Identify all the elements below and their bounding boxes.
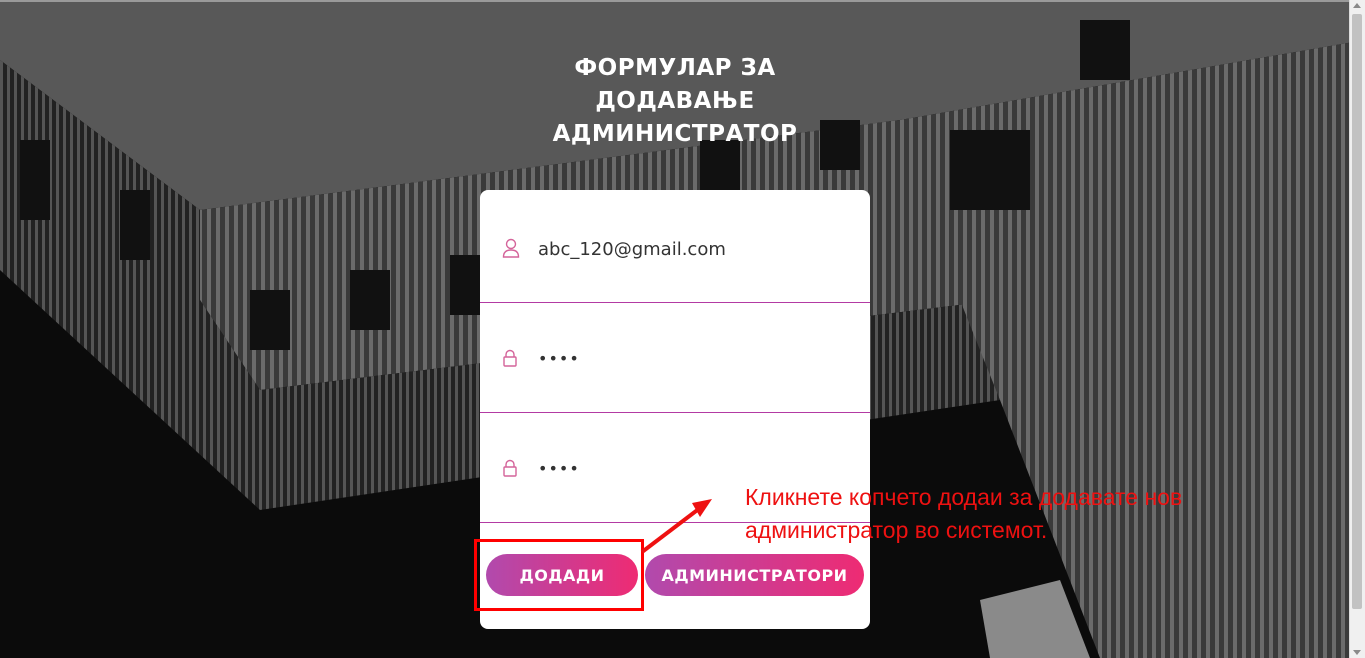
administrators-button[interactable]: АДМИНИСТРАТОРИ (645, 554, 864, 596)
email-input[interactable] (538, 237, 838, 261)
password-input[interactable] (538, 346, 838, 370)
annotation-text: Кликнете копчето додаи за додавате нов а… (745, 484, 1183, 543)
browser-top-edge (0, 0, 1365, 2)
lock-icon (502, 459, 518, 481)
page-title: ФОРМУЛАР ЗА ДОДАВАЊЕ АДМИНИСТРАТОР (552, 55, 798, 147)
scroll-up-arrow-icon[interactable] (1353, 3, 1361, 8)
user-icon (502, 238, 520, 262)
confirm-password-input[interactable] (538, 456, 838, 480)
email-field-row (480, 190, 870, 303)
scroll-thumb[interactable] (1352, 14, 1362, 609)
lock-icon (502, 349, 518, 371)
vertical-scrollbar[interactable] (1349, 0, 1365, 658)
scroll-down-arrow-icon[interactable] (1353, 650, 1361, 655)
password-field-row (480, 302, 870, 413)
annotation-highlight-box (474, 539, 644, 611)
